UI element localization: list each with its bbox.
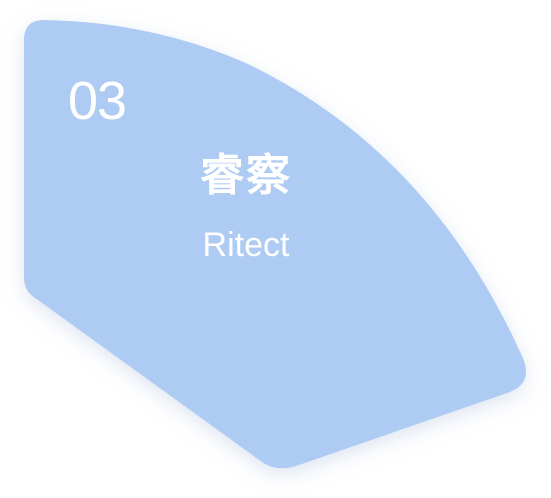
title-chinese: 睿察 bbox=[200, 150, 292, 201]
step-number: 03 bbox=[68, 71, 127, 131]
title-english: Ritect bbox=[202, 226, 290, 264]
sector-card: 03 睿察 Ritect bbox=[0, 0, 551, 498]
